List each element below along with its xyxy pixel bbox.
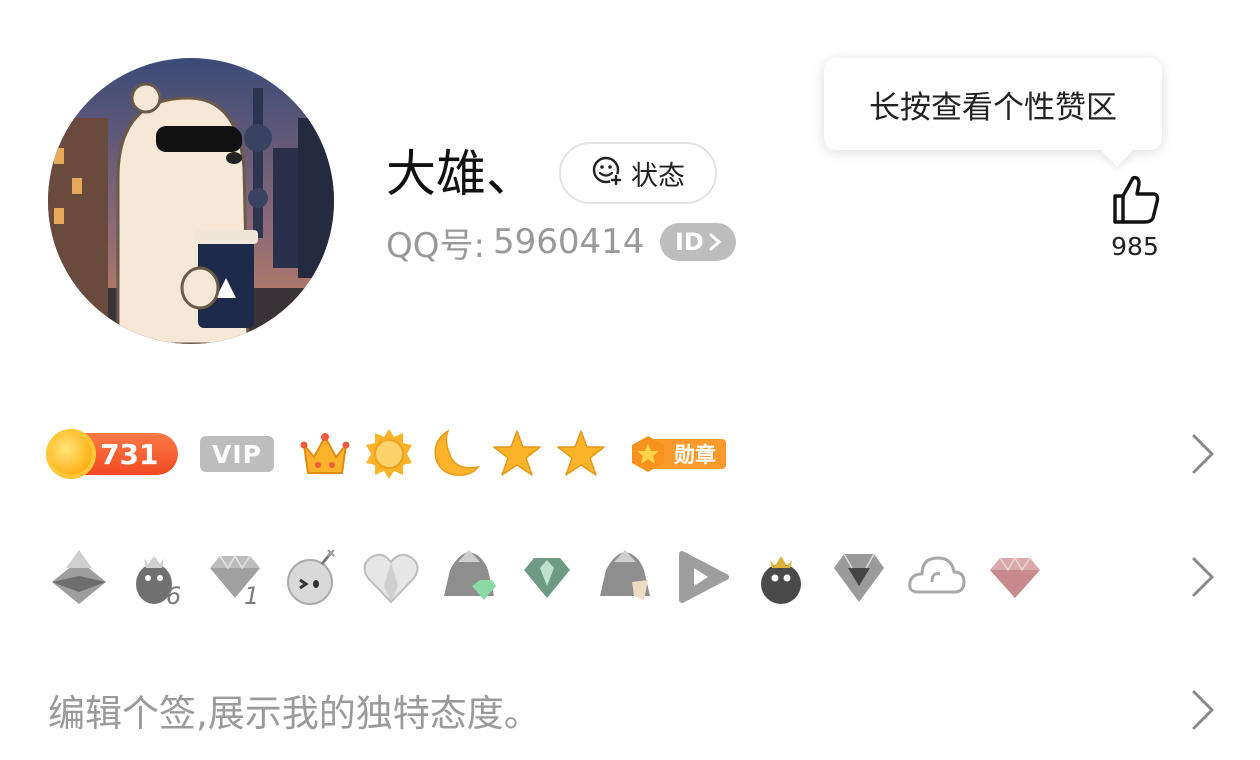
signature-row[interactable]: 编辑个签,展示我的独特态度。 <box>48 678 1260 742</box>
qq-number: 5960414 <box>492 222 645 262</box>
status-button[interactable]: 状态 <box>559 142 717 204</box>
coin-badge: 731 <box>46 429 178 479</box>
penguin-number: 6 <box>166 582 181 608</box>
medal-badge: 勋章 <box>628 434 726 474</box>
star-icon <box>554 427 608 481</box>
nickname: 大雄、 <box>386 145 536 203</box>
avatar-image <box>48 58 334 344</box>
heart-badge <box>360 546 422 608</box>
smile-plus-icon <box>591 155 623 191</box>
sun-icon <box>362 427 416 481</box>
id-text: ID <box>674 228 704 256</box>
pink-diamond-badge <box>984 546 1046 608</box>
mountain-flag-badge <box>594 546 656 608</box>
thumbs-up-icon <box>1113 175 1160 224</box>
play-badge <box>672 546 734 608</box>
green-diamond-badge <box>516 546 578 608</box>
like-button[interactable]: 985 <box>1100 172 1170 261</box>
chevron-right-icon <box>1192 557 1214 597</box>
tooltip-text: 长按查看个性赞区 <box>869 89 1117 126</box>
id-badge[interactable]: ID <box>660 223 737 261</box>
qq-label: QQ号: <box>386 225 485 266</box>
status-label: 状态 <box>631 160 685 192</box>
mountain-gem-badge <box>438 546 500 608</box>
bomb-face-badge <box>282 546 344 608</box>
qq-number-line: QQ号: 5960414 ID <box>386 218 737 266</box>
chevron-right-icon <box>1192 434 1214 474</box>
like-tooltip: 长按查看个性赞区 <box>824 58 1162 150</box>
crown-icon <box>298 427 352 481</box>
chevron-right-icon <box>1192 690 1214 730</box>
penguin-6-badge: 6 <box>126 546 188 608</box>
coin-value: 731 <box>100 437 159 471</box>
chevron-right-icon <box>709 233 722 251</box>
moon-icon <box>426 427 480 481</box>
like-count: 985 <box>1111 232 1159 261</box>
signature-placeholder: 编辑个签,展示我的独特态度。 <box>48 692 541 735</box>
avatar[interactable] <box>48 58 334 344</box>
diamond-1-badge: 1 <box>204 546 266 608</box>
grey-mountain-badge <box>48 546 110 608</box>
level-row[interactable]: 731 VIP 勋章 <box>46 424 1260 484</box>
diamond-number: 1 <box>244 582 259 608</box>
silver-gem-badge <box>828 546 890 608</box>
star-icon <box>490 427 544 481</box>
cloud-badge <box>906 546 968 608</box>
crown-penguin-badge <box>750 546 812 608</box>
vip-badge: VIP <box>200 436 274 472</box>
badge-row[interactable]: 6 1 <box>48 544 1260 610</box>
medal-star-icon <box>632 436 664 472</box>
coin-icon <box>46 429 96 479</box>
